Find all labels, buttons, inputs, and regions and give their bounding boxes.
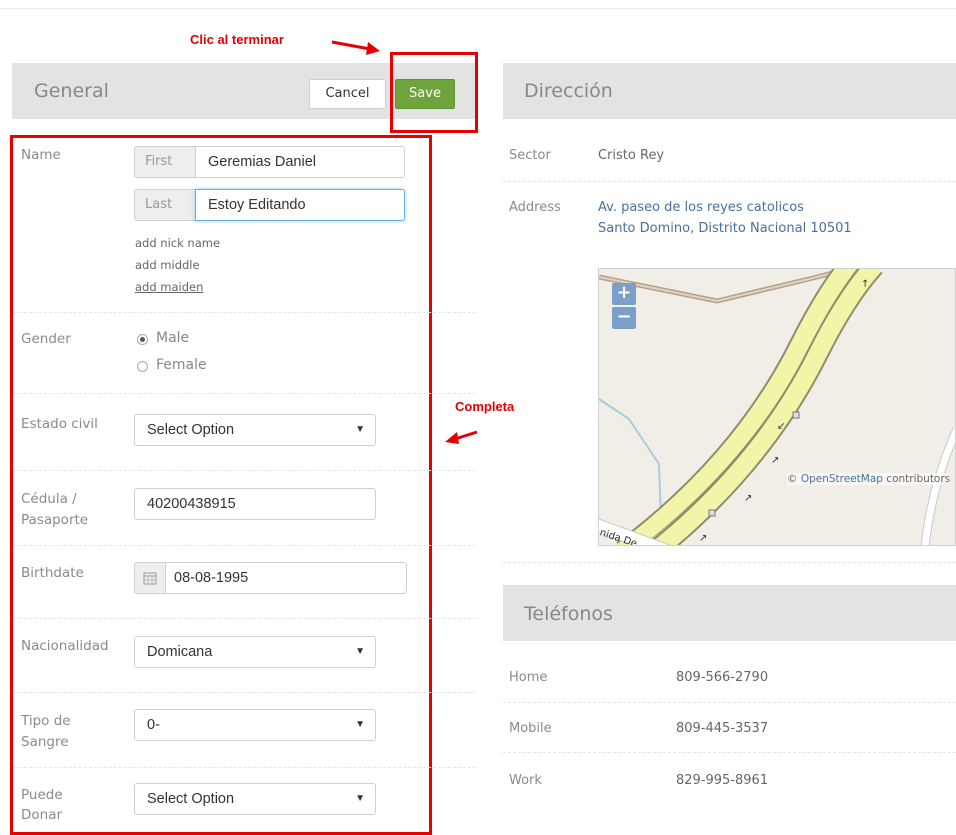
svg-text:↗: ↗ — [699, 533, 707, 544]
estado-civil-select[interactable]: Select Option ▼ — [134, 414, 376, 446]
attribution-symbol: © — [787, 473, 798, 485]
divider — [503, 752, 956, 753]
map-roads: ↑ ↙ ↗ ↗ ↗ — [599, 269, 955, 545]
puede-donar-value: Select Option — [147, 791, 235, 807]
openstreetmap-link[interactable]: OpenStreetMap — [801, 473, 883, 485]
chevron-down-icon: ▼ — [355, 793, 365, 804]
general-title: General — [34, 80, 109, 102]
sector-label: Sector — [509, 148, 551, 163]
add-maiden-link[interactable]: add maiden — [135, 280, 203, 294]
annotation-clic-al-terminar: Clic al terminar — [190, 32, 284, 47]
tipo-sangre-label-line1: Tipo de — [21, 713, 71, 729]
svg-text:↗: ↗ — [744, 493, 752, 504]
cedula-label-line1: Cédula / — [21, 491, 77, 507]
svg-text:↗: ↗ — [771, 455, 779, 466]
cancel-button[interactable]: Cancel — [309, 79, 386, 109]
chevron-down-icon: ▼ — [355, 719, 365, 730]
puede-donar-label-line1: Puede — [21, 787, 63, 803]
direccion-title: Dirección — [524, 80, 613, 102]
estado-civil-value: Select Option — [147, 422, 235, 438]
top-divider — [0, 8, 956, 9]
annotation-save-highlight — [390, 52, 478, 133]
puede-donar-select[interactable]: Select Option ▼ — [134, 783, 376, 815]
zoom-in-button[interactable]: + — [612, 283, 636, 305]
nacionalidad-label: Nacionalidad — [21, 638, 109, 654]
svg-text:↙: ↙ — [777, 421, 785, 432]
tipo-sangre-select[interactable]: 0- ▼ — [134, 709, 376, 741]
gender-male-radio[interactable] — [137, 334, 148, 345]
attribution-rest: contributors — [886, 473, 951, 485]
estado-civil-label: Estado civil — [21, 416, 98, 432]
divider — [14, 545, 476, 546]
add-middle-link[interactable]: add middle — [135, 258, 200, 272]
tipo-sangre-value: 0- — [147, 717, 160, 733]
divider — [14, 767, 476, 768]
divider — [14, 470, 476, 471]
sector-value: Cristo Rey — [598, 148, 665, 163]
annotation-arrow-left-icon — [445, 430, 478, 444]
cedula-input[interactable]: 40200438915 — [134, 488, 376, 520]
address-label: Address — [509, 200, 561, 215]
telefonos-title: Teléfonos — [524, 603, 613, 625]
map-attribution: © OpenStreetMap contributors — [787, 473, 951, 485]
gender-female-label: Female — [156, 357, 207, 373]
divider — [14, 393, 476, 394]
divider — [14, 692, 476, 693]
divider — [14, 618, 476, 619]
address-line2[interactable]: Santo Domino, Distrito Nacional 10501 — [598, 221, 852, 236]
phone-work-label: Work — [509, 773, 542, 788]
last-addon: Last — [134, 189, 196, 221]
nacionalidad-select[interactable]: Domicana ▼ — [134, 636, 376, 668]
divider — [503, 181, 956, 182]
zoom-out-button[interactable]: − — [612, 307, 636, 329]
first-name-input[interactable]: Geremias Daniel — [195, 146, 405, 178]
phone-home-label: Home — [509, 670, 548, 685]
svg-text:↑: ↑ — [861, 279, 869, 290]
gender-female-radio[interactable] — [137, 361, 148, 372]
nacionalidad-value: Domicana — [147, 644, 213, 660]
tipo-sangre-label-line2: Sangre — [21, 734, 69, 750]
add-nick-name-link[interactable]: add nick name — [135, 236, 220, 250]
gender-male-label: Male — [156, 330, 190, 346]
chevron-down-icon: ▼ — [355, 424, 365, 435]
gender-label: Gender — [21, 331, 71, 347]
phone-mobile-label: Mobile — [509, 721, 552, 736]
birthdate-label: Birthdate — [21, 565, 84, 581]
name-label: Name — [21, 147, 61, 163]
last-name-input[interactable]: Estoy Editando — [195, 189, 405, 221]
divider — [503, 562, 956, 563]
birthdate-input[interactable]: 08-08-1995 — [165, 562, 407, 594]
annotation-completa: Completa — [455, 399, 515, 414]
puede-donar-label-line2: Donar — [21, 807, 63, 823]
chevron-down-icon: ▼ — [355, 646, 365, 657]
cedula-label-line2: Pasaporte — [21, 512, 89, 528]
map[interactable]: ↑ ↙ ↗ ↗ ↗ nida De © OpenStreetMap contri… — [598, 268, 956, 546]
first-addon: First — [134, 146, 196, 178]
address-line1[interactable]: Av. paseo de los reyes catolicos — [598, 200, 804, 215]
phone-home-value: 809-566-2790 — [676, 670, 769, 685]
divider — [14, 312, 476, 313]
phone-work-value: 829-995-8961 — [676, 773, 769, 788]
annotation-arrow-right-icon — [331, 40, 380, 55]
phone-mobile-value: 809-445-3537 — [676, 721, 769, 736]
calendar-icon[interactable] — [134, 562, 166, 594]
divider — [503, 702, 956, 703]
